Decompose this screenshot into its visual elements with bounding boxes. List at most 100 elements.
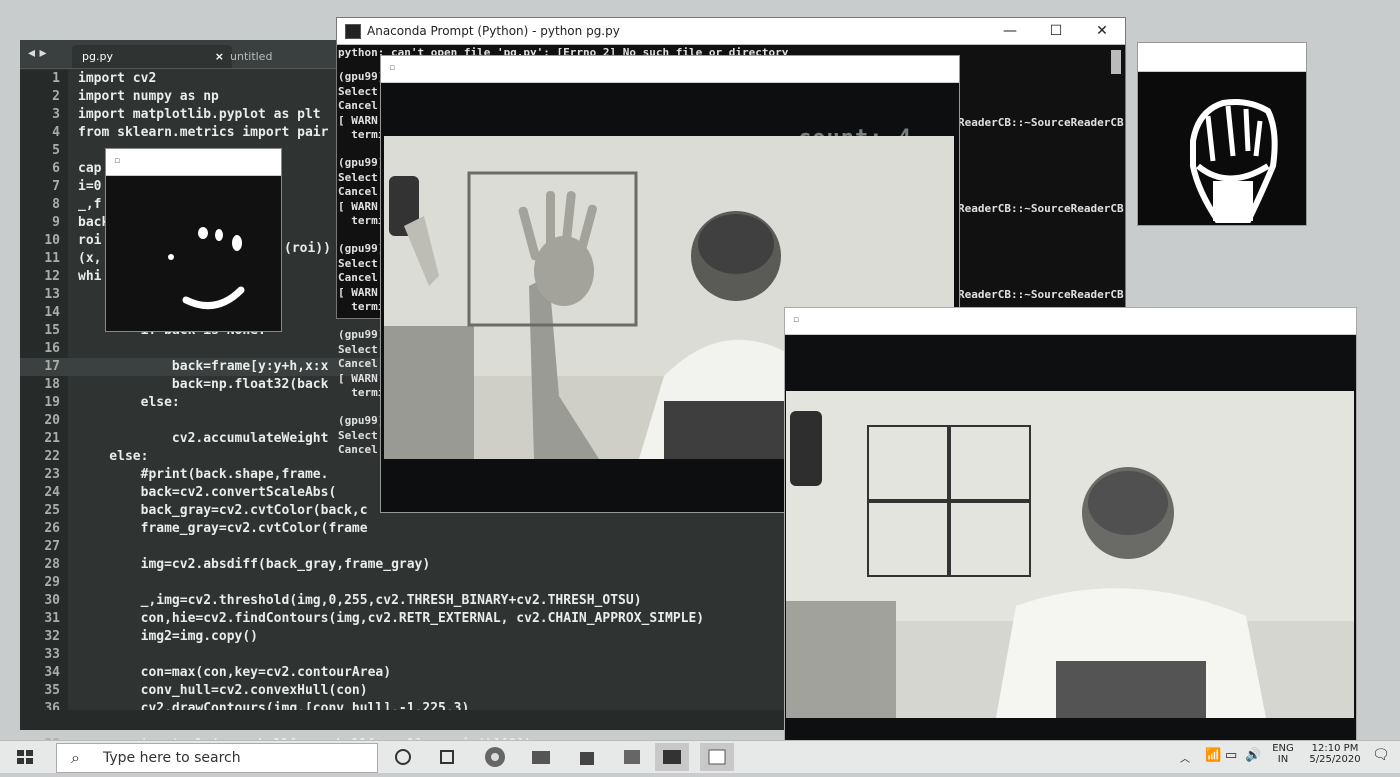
window-titlebar[interactable]	[1138, 43, 1306, 72]
code-line[interactable]: 34 con=max(con,key=cv2.contourArea)	[20, 664, 790, 682]
code-text: (x,	[78, 251, 102, 266]
terminal-line: [ WARN:	[338, 371, 385, 385]
terminal-line: (gpu99)	[338, 242, 385, 255]
code-line[interactable]: 30 _,img=cv2.threshold(img,0,255,cv2.THR…	[20, 592, 790, 610]
webcam-frame	[786, 391, 1354, 718]
hand-contour-image	[1190, 99, 1278, 223]
line-number: 2	[52, 89, 60, 104]
code-text: import cv2	[78, 71, 157, 86]
code-line[interactable]: 29	[20, 574, 790, 592]
store-icon[interactable]	[572, 745, 602, 769]
app-icon[interactable]	[617, 745, 647, 769]
line-number: 29	[44, 575, 60, 590]
clock[interactable]: 12:10 PM 5/25/2020	[1305, 743, 1365, 765]
code-text: back=np.float32(back	[78, 377, 329, 392]
line-number: 1	[52, 71, 60, 86]
code-text: cap	[78, 161, 102, 176]
line-number: 14	[44, 305, 60, 320]
code-text: back=cv2.convertScaleAbs(	[78, 485, 337, 500]
code-text: import matplotlib.pyplot as plt	[78, 107, 321, 122]
terminal-line: Cancel	[338, 271, 378, 284]
code-line[interactable]: 28 img=cv2.absdiff(back_gray,frame_gray)	[20, 556, 790, 574]
tab-label: pg.py	[82, 50, 113, 63]
python-taskbar-icon[interactable]	[700, 743, 734, 771]
code-text: whi	[78, 269, 102, 284]
terminal-line: ReaderCB::~SourceReaderCB	[958, 116, 1124, 129]
task-view-icon[interactable]	[432, 745, 462, 769]
time-label: 12:10 PM	[1311, 743, 1359, 754]
volume-icon[interactable]: 🔊	[1245, 748, 1261, 763]
code-line[interactable]: 33	[20, 646, 790, 664]
code-text: import numpy as np	[78, 89, 219, 104]
code-line[interactable]: 35 conv_hull=cv2.convexHull(con)	[20, 682, 790, 700]
grid-cell	[867, 425, 949, 501]
terminal-line: [ WARN:	[338, 285, 385, 299]
code-text: i=0	[78, 179, 102, 194]
windows-logo-icon	[17, 750, 33, 764]
network-icon[interactable]: 📶	[1205, 748, 1221, 763]
code-text: roi	[78, 233, 102, 248]
file-explorer-icon[interactable]	[526, 745, 556, 769]
tab-nav-arrows-icon[interactable]: ◂ ▸	[28, 45, 47, 61]
line-number: 8	[52, 197, 60, 212]
window-titlebar[interactable]: ▫	[381, 56, 959, 83]
line-number: 30	[44, 593, 60, 608]
chrome-icon[interactable]	[480, 745, 510, 769]
code-line[interactable]: 26 frame_gray=cv2.cvtColor(frame	[20, 520, 790, 538]
grid-cell	[949, 501, 1031, 577]
terminal-icon	[345, 24, 361, 39]
terminal-line: Select	[338, 84, 378, 98]
terminal-line: (gpu99)	[338, 70, 385, 83]
code-line[interactable]: 27	[20, 538, 790, 556]
grid-cell	[949, 425, 1031, 501]
terminal-scrollbar[interactable]	[1111, 50, 1121, 74]
line-number: 21	[44, 431, 60, 446]
line-number: 31	[44, 611, 60, 626]
grid-cell	[867, 501, 949, 577]
maximize-button[interactable]: ☐	[1041, 21, 1071, 41]
code-text: cv2.accumulateWeight	[78, 431, 329, 446]
terminal-line: ReaderCB::~SourceReaderCB	[958, 202, 1124, 215]
editor-status-bar	[20, 710, 790, 730]
code-text: from sklearn.metrics import pair	[78, 125, 329, 140]
code-line[interactable]: 31 con,hie=cv2.findContours(img,cv2.RETR…	[20, 610, 790, 628]
window-app-icon: ▫	[114, 156, 121, 166]
minimize-button[interactable]: —	[995, 21, 1025, 41]
taskbar-search-box[interactable]: ⌕ Type here to search	[56, 743, 378, 773]
code-line[interactable]: 32 img2=img.copy()	[20, 628, 790, 646]
tab-pg-py[interactable]: pg.py ×	[72, 45, 232, 68]
code-text: frame_gray=cv2.cvtColor(frame	[78, 521, 368, 536]
terminal-line: Select	[338, 342, 378, 356]
code-text: back_gray=cv2.cvtColor(back,c	[78, 503, 368, 518]
code-overlay-fragment: (roi))	[284, 241, 331, 256]
tray-arrow-icon[interactable]: ︿	[1180, 750, 1190, 765]
terminal-line: (gpu99)	[338, 328, 385, 341]
terminal-line: (gpu99)	[338, 414, 385, 427]
code-text: img=cv2.absdiff(back_gray,frame_gray)	[78, 557, 431, 572]
terminal-line: Cancel	[338, 185, 378, 198]
language-indicator[interactable]: ENG IN	[1268, 743, 1298, 765]
notification-icon[interactable]: 🗨	[1372, 747, 1390, 763]
start-button[interactable]	[0, 741, 50, 773]
grid-camera-window[interactable]: ▫	[784, 307, 1357, 741]
terminal-line: [ WARN:	[338, 113, 385, 127]
window-titlebar[interactable]: ▫	[106, 149, 281, 176]
close-button[interactable]: ✕	[1087, 21, 1117, 41]
line-number: 3	[52, 107, 60, 122]
battery-icon[interactable]: ▭	[1225, 748, 1237, 763]
code-text: con=max(con,key=cv2.contourArea)	[78, 665, 392, 680]
hand-contour-window[interactable]	[1137, 42, 1307, 226]
code-text: con,hie=cv2.findContours(img,cv2.RETR_EX…	[78, 611, 705, 626]
line-number: 10	[44, 233, 60, 248]
line-number: 18	[44, 377, 60, 392]
terminal-title: Anaconda Prompt (Python) - python pg.py	[367, 24, 620, 38]
terminal-line: Select	[338, 428, 378, 442]
line-number: 7	[52, 179, 60, 194]
terminal-titlebar[interactable]: Anaconda Prompt (Python) - python pg.py …	[337, 18, 1125, 45]
search-icon: ⌕	[71, 748, 80, 767]
terminal-taskbar-icon[interactable]	[655, 743, 689, 771]
cortana-icon[interactable]	[388, 745, 418, 769]
line-number: 24	[44, 485, 60, 500]
window-titlebar[interactable]: ▫	[785, 308, 1356, 335]
mask-preview-window[interactable]: ▫ (roi))	[105, 148, 331, 332]
